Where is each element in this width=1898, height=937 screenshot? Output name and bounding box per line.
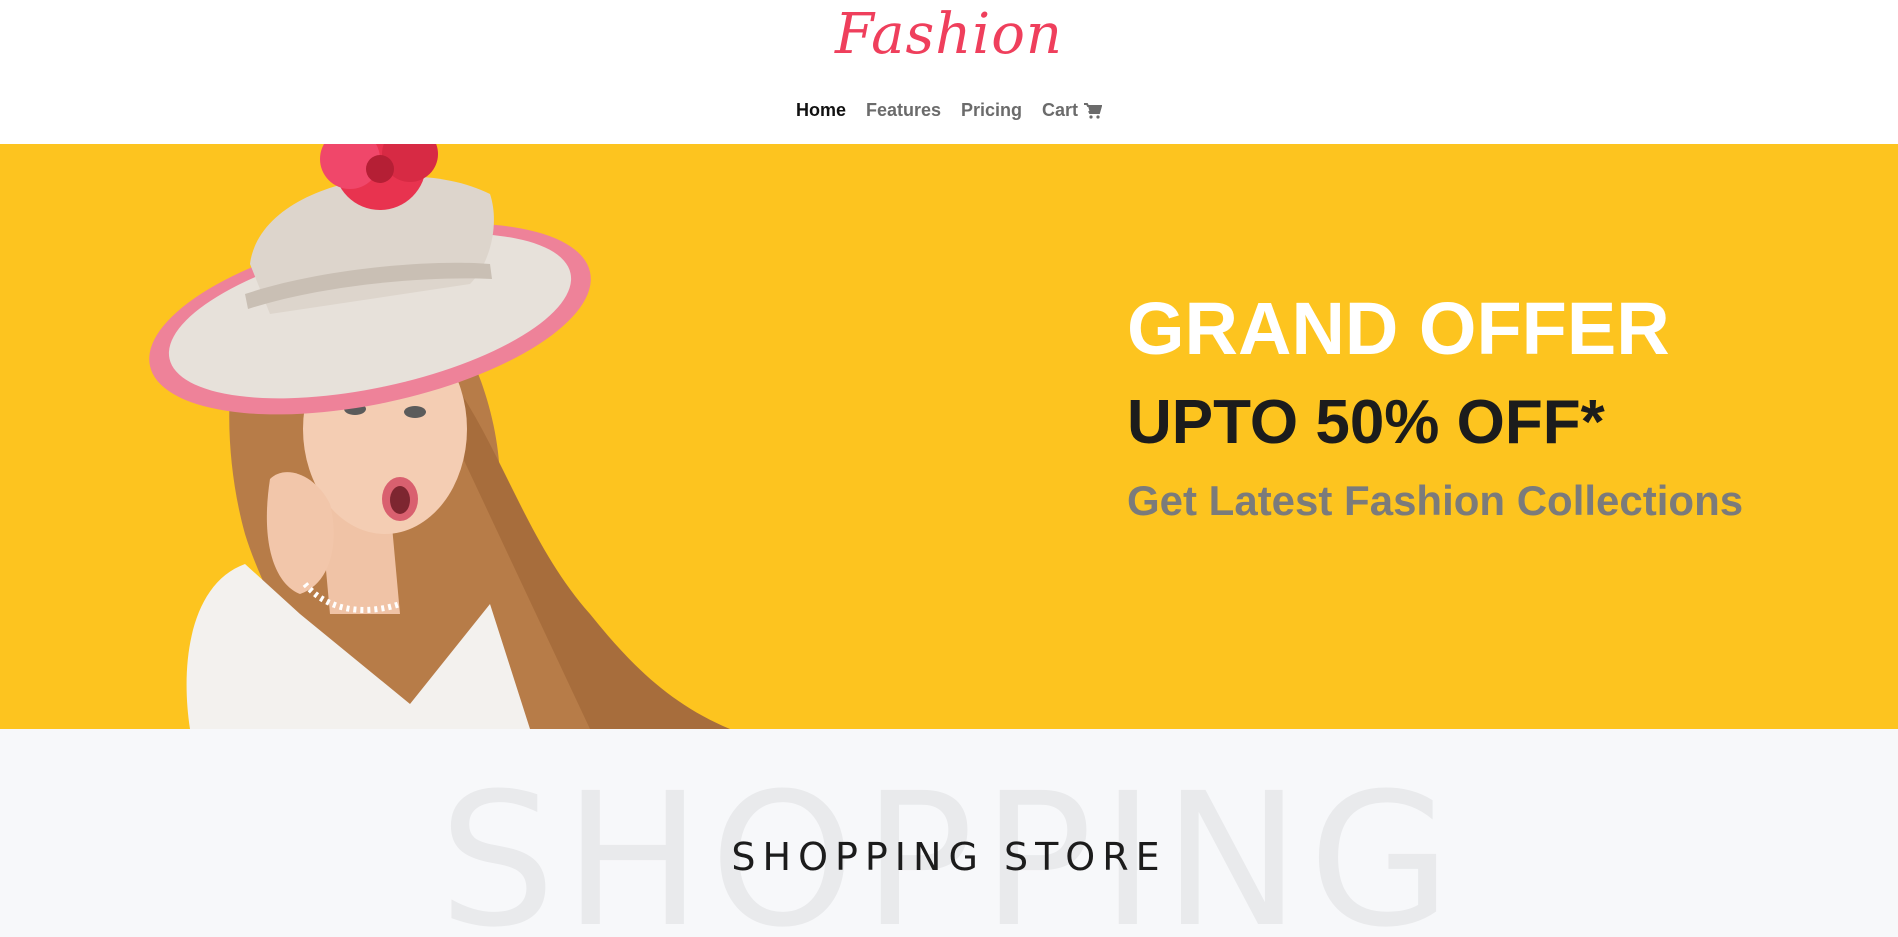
hero-offer: UPTO 50% OFF* (1127, 388, 1605, 457)
nav-cart-label: Cart (1042, 100, 1079, 120)
nav-features-link[interactable]: Features (866, 100, 941, 121)
nav-cart-link[interactable]: Cart (1042, 100, 1103, 121)
main-nav: Home Features Pricing Cart (0, 100, 1898, 121)
section-title: SHOPPING STORE (731, 835, 1167, 879)
nav-home-link[interactable]: Home (796, 100, 846, 121)
hero-text-block: GRAND OFFER UPTO 50% OFF* Get Latest Fas… (1127, 292, 1743, 522)
shopping-section: SHOPPING SHOPPING STORE (0, 729, 1898, 937)
cart-icon (1084, 102, 1103, 119)
hero-subtitle: Get Latest Fashion Collections (1127, 477, 1744, 524)
hero-model-image (149, 144, 730, 729)
hero-title: GRAND OFFER (1127, 287, 1670, 370)
site-logo[interactable]: Fashion (0, 2, 1898, 67)
site-header: Fashion Home Features Pricing Cart (0, 0, 1898, 144)
nav-pricing-link[interactable]: Pricing (961, 100, 1022, 121)
hero-banner: GRAND OFFER UPTO 50% OFF* Get Latest Fas… (0, 144, 1898, 729)
